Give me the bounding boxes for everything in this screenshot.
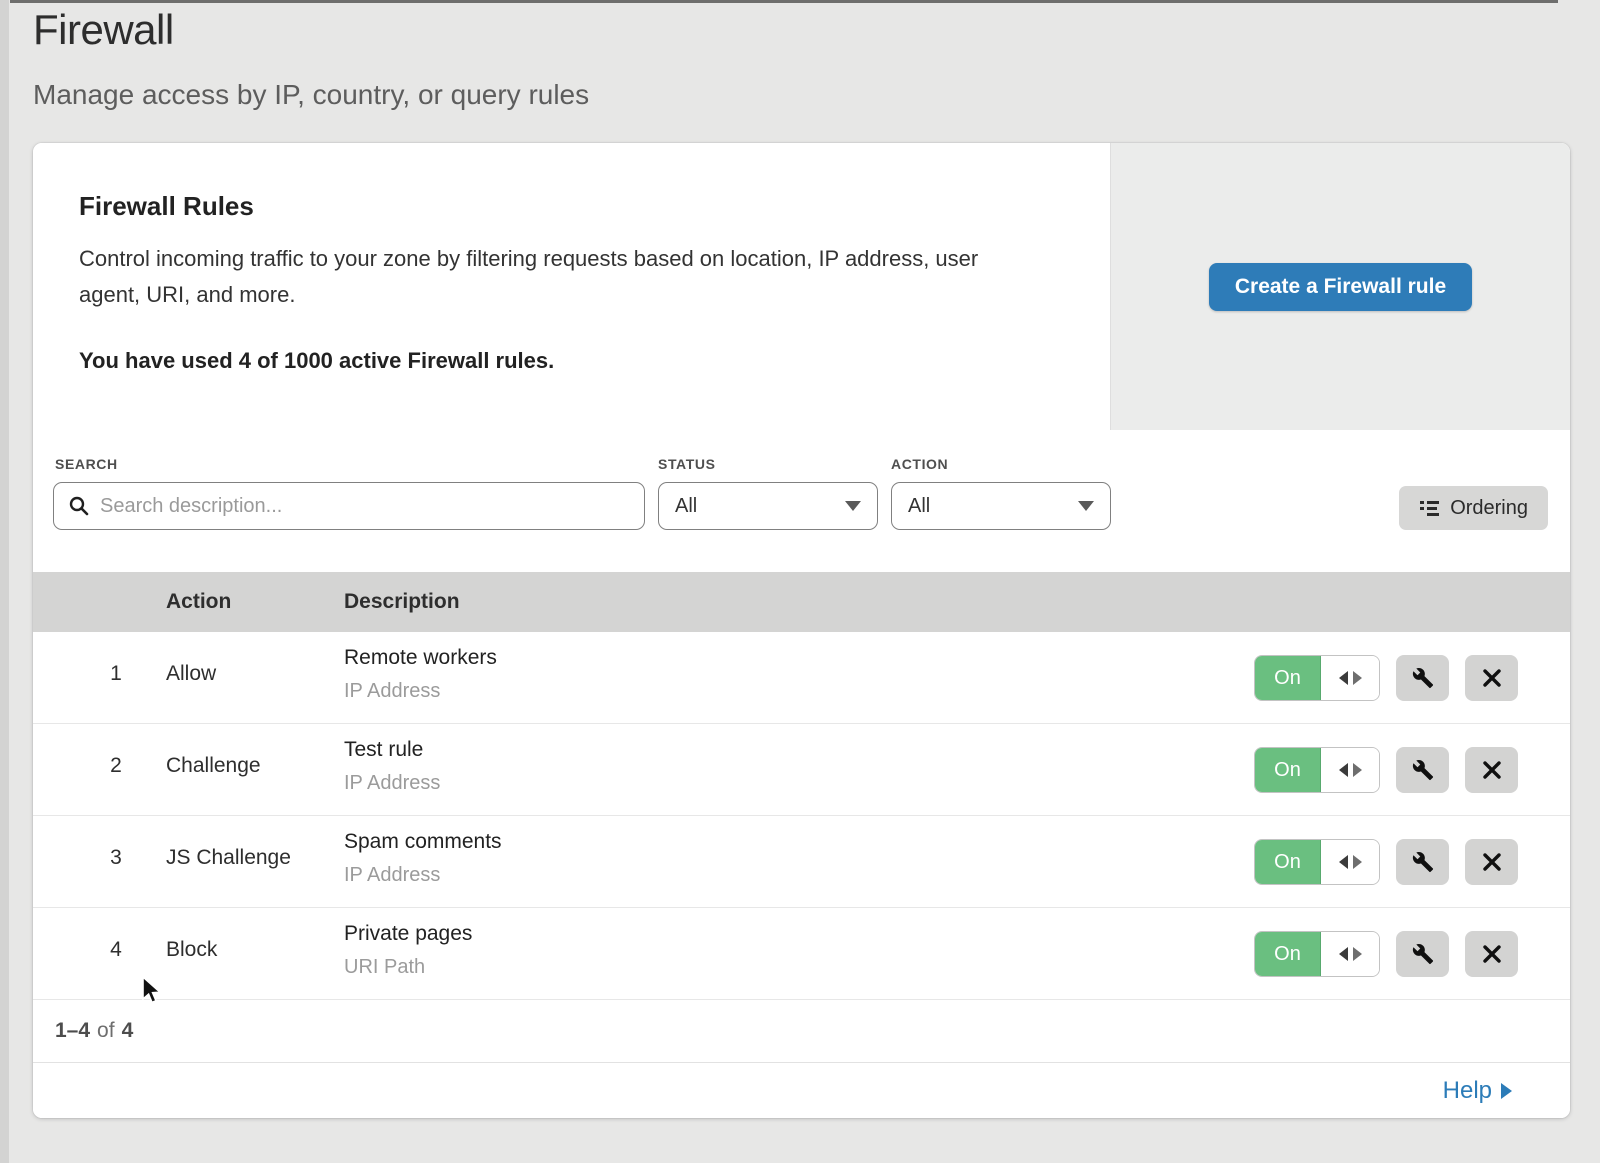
pagination-summary: 1–4 of 4 [33, 1000, 1570, 1062]
rule-enabled-toggle[interactable]: On [1254, 839, 1380, 885]
rule-action: Allow [166, 662, 216, 686]
delete-rule-button[interactable] [1465, 839, 1518, 885]
rule-match-type: IP Address [344, 772, 440, 795]
rule-match-type: URI Path [344, 956, 425, 979]
toggle-on-label: On [1255, 840, 1321, 884]
table-header: Action Description [33, 572, 1570, 632]
create-rule-panel: Create a Firewall rule [1110, 143, 1570, 430]
wrench-icon [1412, 759, 1434, 781]
card-description: Control incoming traffic to your zone by… [79, 241, 1029, 313]
rule-description: Spam comments [344, 830, 502, 854]
rule-match-type: IP Address [344, 680, 440, 703]
pagination-of: of [97, 1019, 115, 1043]
wrench-icon [1412, 851, 1434, 873]
rule-description: Remote workers [344, 646, 497, 670]
rule-action: JS Challenge [166, 846, 291, 870]
rule-match-type: IP Address [344, 864, 440, 887]
card-heading: Firewall Rules [79, 191, 254, 222]
help-link-label: Help [1443, 1077, 1492, 1105]
rule-controls: On [1254, 931, 1518, 977]
rules-usage-text: You have used 4 of 1000 active Firewall … [79, 348, 554, 374]
search-box[interactable] [53, 482, 645, 530]
pagination-range: 1–4 [55, 1019, 90, 1043]
delete-rule-button[interactable] [1465, 931, 1518, 977]
firewall-rules-card: Create a Firewall rule Firewall Rules Co… [33, 143, 1570, 1118]
card-top-section: Create a Firewall rule Firewall Rules Co… [33, 143, 1570, 430]
page-subtitle: Manage access by IP, country, or query r… [33, 79, 589, 111]
rule-action: Challenge [166, 754, 261, 778]
chevron-down-icon [1078, 501, 1094, 511]
help-link[interactable]: Help [1443, 1077, 1512, 1105]
rule-enabled-toggle[interactable]: On [1254, 931, 1380, 977]
rule-enabled-toggle[interactable]: On [1254, 655, 1380, 701]
wrench-icon [1412, 943, 1434, 965]
close-icon [1483, 945, 1501, 963]
action-select-value: All [908, 495, 930, 518]
status-label: STATUS [658, 456, 716, 472]
rule-number: 4 [103, 938, 129, 962]
close-icon [1483, 669, 1501, 687]
search-icon [68, 495, 90, 517]
rule-controls: On [1254, 655, 1518, 701]
column-header-description: Description [344, 590, 460, 614]
page-title: Firewall [33, 6, 174, 54]
status-select-value: All [675, 495, 697, 518]
edit-rule-button[interactable] [1396, 655, 1449, 701]
toggle-on-label: On [1255, 932, 1321, 976]
toggle-direction-icon [1321, 748, 1379, 792]
close-icon [1483, 853, 1501, 871]
wrench-icon [1412, 667, 1434, 689]
delete-rule-button[interactable] [1465, 747, 1518, 793]
close-icon [1483, 761, 1501, 779]
rule-controls: On [1254, 839, 1518, 885]
rule-controls: On [1254, 747, 1518, 793]
toggle-direction-icon [1321, 932, 1379, 976]
rule-number: 1 [103, 662, 129, 686]
search-input[interactable] [100, 495, 630, 518]
rule-action: Block [166, 938, 217, 962]
ordering-button-label: Ordering [1450, 497, 1528, 520]
table-row: 3 JS Challenge Spam comments IP Address … [33, 816, 1570, 908]
table-row: 4 Block Private pages URI Path On [33, 908, 1570, 1000]
action-select[interactable]: All [891, 482, 1111, 530]
rule-enabled-toggle[interactable]: On [1254, 747, 1380, 793]
chevron-down-icon [845, 501, 861, 511]
rule-description: Private pages [344, 922, 472, 946]
edit-rule-button[interactable] [1396, 747, 1449, 793]
search-label: SEARCH [55, 456, 118, 472]
toggle-on-label: On [1255, 748, 1321, 792]
rule-number: 2 [103, 754, 129, 778]
pagination-total: 4 [122, 1019, 134, 1043]
column-header-action: Action [166, 590, 231, 614]
card-footer: Help [33, 1062, 1570, 1118]
edit-rule-button[interactable] [1396, 931, 1449, 977]
filters-bar: SEARCH STATUS ACTION All All [33, 430, 1570, 572]
create-firewall-rule-button[interactable]: Create a Firewall rule [1209, 263, 1472, 311]
ordering-button[interactable]: Ordering [1399, 486, 1548, 530]
delete-rule-button[interactable] [1465, 655, 1518, 701]
edit-rule-button[interactable] [1396, 839, 1449, 885]
ordering-list-icon [1419, 498, 1440, 519]
rule-number: 3 [103, 846, 129, 870]
window-left-edge [0, 0, 9, 1163]
toggle-direction-icon [1321, 656, 1379, 700]
action-label: ACTION [891, 456, 948, 472]
table-row: 2 Challenge Test rule IP Address On [33, 724, 1570, 816]
toggle-direction-icon [1321, 840, 1379, 884]
status-select[interactable]: All [658, 482, 878, 530]
table-row: 1 Allow Remote workers IP Address On [33, 632, 1570, 724]
rule-description: Test rule [344, 738, 423, 762]
window-top-edge [10, 0, 1558, 3]
toggle-on-label: On [1255, 656, 1321, 700]
help-arrow-icon [1501, 1083, 1512, 1099]
